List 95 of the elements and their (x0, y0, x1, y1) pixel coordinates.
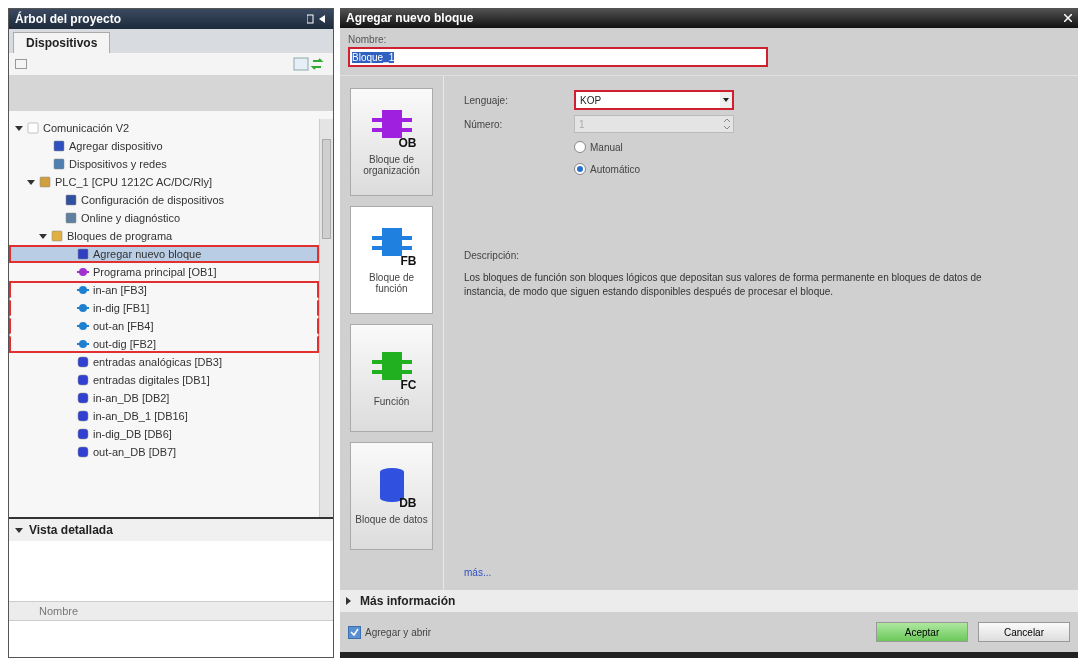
tree-item-label: entradas digitales [DB1] (93, 374, 210, 386)
detail-view-header[interactable]: Vista detallada (9, 519, 333, 541)
language-dropdown[interactable]: KOP (574, 90, 734, 110)
detail-view-title: Vista detallada (29, 523, 113, 537)
block-type-button[interactable]: OB Bloque de organización (350, 88, 433, 196)
tree-item-label: in-an_DB [DB2] (93, 392, 170, 404)
tree-item-icon (77, 338, 89, 350)
tree-item[interactable]: Agregar nuevo bloque (9, 245, 319, 263)
more-link[interactable]: más... (464, 567, 492, 578)
block-type-button[interactable]: FC Función (350, 324, 433, 432)
tree-item[interactable]: Configuración de dispositivos (9, 191, 319, 209)
tree-item-label: Agregar dispositivo (69, 140, 163, 152)
block-type-button[interactable]: DB Bloque de datos (350, 442, 433, 550)
more-info-title: Más información (360, 594, 456, 608)
tree-item-label: Programa principal [OB1] (93, 266, 217, 278)
caret-icon[interactable] (39, 232, 47, 240)
tree-item-icon (27, 122, 39, 134)
grid-icon[interactable] (15, 59, 27, 69)
radio-option[interactable]: Manual (574, 136, 1058, 158)
tree-item-label: Comunicación V2 (43, 122, 130, 134)
tree-item-label: Online y diagnóstico (81, 212, 181, 224)
close-icon[interactable] (1064, 14, 1072, 22)
panel-title: Árbol del proyecto (15, 12, 121, 26)
tree-item[interactable]: PLC_1 [CPU 1212C AC/DC/Rly] (9, 173, 319, 191)
tree-item[interactable]: entradas digitales [DB1] (9, 371, 319, 389)
dialog-title: Agregar nuevo bloque (346, 11, 474, 25)
tree-item-label: Dispositivos y redes (69, 158, 167, 170)
tree-item-icon (53, 140, 65, 152)
name-label: Nombre: (348, 34, 388, 45)
add-and-open-option[interactable]: Agregar y abrir (348, 625, 432, 639)
tree-item-icon (77, 302, 89, 314)
block-type-code: OB (398, 136, 417, 150)
radio-button[interactable] (574, 163, 586, 175)
radio-label: Manual (590, 141, 623, 153)
tree-item-label: PLC_1 [CPU 1212C AC/DC/Rly] (55, 176, 213, 188)
tree-item[interactable]: Programa principal [OB1] (9, 263, 319, 281)
tree-item[interactable]: Online y diagnóstico (9, 209, 319, 227)
tree-item[interactable]: Agregar dispositivo (9, 137, 319, 155)
scrollbar[interactable] (319, 119, 333, 517)
column-header: Nombre (9, 601, 333, 621)
radio-option[interactable]: Automático (574, 158, 1058, 180)
tab[interactable]: Dispositivos (13, 32, 111, 53)
caret-icon[interactable] (344, 597, 352, 605)
number-label: Número: (464, 118, 504, 130)
scrollbar-thumb[interactable] (322, 139, 331, 239)
tree-item-icon (39, 176, 51, 188)
radio-label: Automático (590, 163, 641, 175)
tree-item[interactable]: in-an [FB3] (9, 281, 319, 299)
tree-item-label: out-an [FB4] (93, 320, 154, 332)
tree-item-icon (77, 284, 89, 296)
accept-button[interactable]: Aceptar (876, 622, 968, 642)
tree-item[interactable]: out-an_DB [DB7] (9, 443, 319, 461)
language-label: Lenguaje: (464, 94, 509, 106)
tree-item-label: in-an [FB3] (93, 284, 147, 296)
tree-item-label: out-dig [FB2] (93, 338, 156, 350)
tree-item-icon (77, 320, 89, 332)
tree-item-label: in-an_DB_1 [DB16] (93, 410, 188, 422)
tree-item-icon (65, 194, 77, 206)
tree-item-icon (77, 248, 89, 260)
tree-item[interactable]: in-an_DB [DB2] (9, 389, 319, 407)
tree-item-icon (77, 266, 89, 278)
tree-item-icon (65, 212, 77, 224)
caret-icon[interactable] (15, 526, 23, 534)
collapse-icon[interactable] (307, 14, 327, 24)
name-field[interactable]: Bloque_1 (348, 47, 768, 67)
block-type-code: DB (399, 495, 417, 510)
tree-item[interactable]: Bloques de programa (9, 227, 319, 245)
folder-icon (51, 230, 63, 242)
tree-item[interactable]: in-an_DB_1 [DB16] (9, 407, 319, 425)
tree-item[interactable]: out-dig [FB2] (9, 335, 319, 353)
checkbox-label: Agregar y abrir (365, 626, 432, 638)
radio-button[interactable] (574, 141, 586, 153)
caret-icon[interactable] (15, 124, 23, 132)
tree-item-icon (53, 158, 65, 170)
tree-item[interactable]: entradas analógicas [DB3] (9, 353, 319, 371)
caret-icon[interactable] (27, 178, 35, 186)
more-info-header[interactable]: Más información (340, 590, 1078, 612)
tree-item-label: in-dig [FB1] (93, 302, 150, 314)
tree-item-label: entradas analógicas [DB3] (93, 356, 223, 368)
tree-item-label: Bloques de programa (67, 230, 173, 242)
tree-item-label: Configuración de dispositivos (81, 194, 225, 206)
tree-item-label: in-dig_DB [DB6] (93, 428, 172, 440)
block-type-code: FB (400, 254, 417, 268)
tree-item-label: Agregar nuevo bloque (93, 248, 202, 260)
tree-item[interactable]: Dispositivos y redes (9, 155, 319, 173)
description-label: Descripción: (464, 250, 521, 261)
tree-item[interactable]: in-dig_DB [DB6] (9, 425, 319, 443)
block-type-code: FC (400, 377, 417, 392)
description-text: Los bloques de función son bloques lógicos que depositan sus valores de forma permanente en bloques de datos de instancia, de modo que siguen estando disponibles después de procesar el bloque. (464, 271, 983, 298)
checkbox[interactable] (348, 625, 361, 639)
tree-item[interactable]: Comunicación V2 (9, 119, 319, 137)
tree-item-label: out-an_DB [DB7] (93, 446, 177, 458)
cancel-button[interactable]: Cancelar (978, 622, 1070, 642)
block-type-button[interactable]: FB Bloque de función (350, 206, 433, 314)
spinner-arrows-icon[interactable] (721, 116, 733, 132)
